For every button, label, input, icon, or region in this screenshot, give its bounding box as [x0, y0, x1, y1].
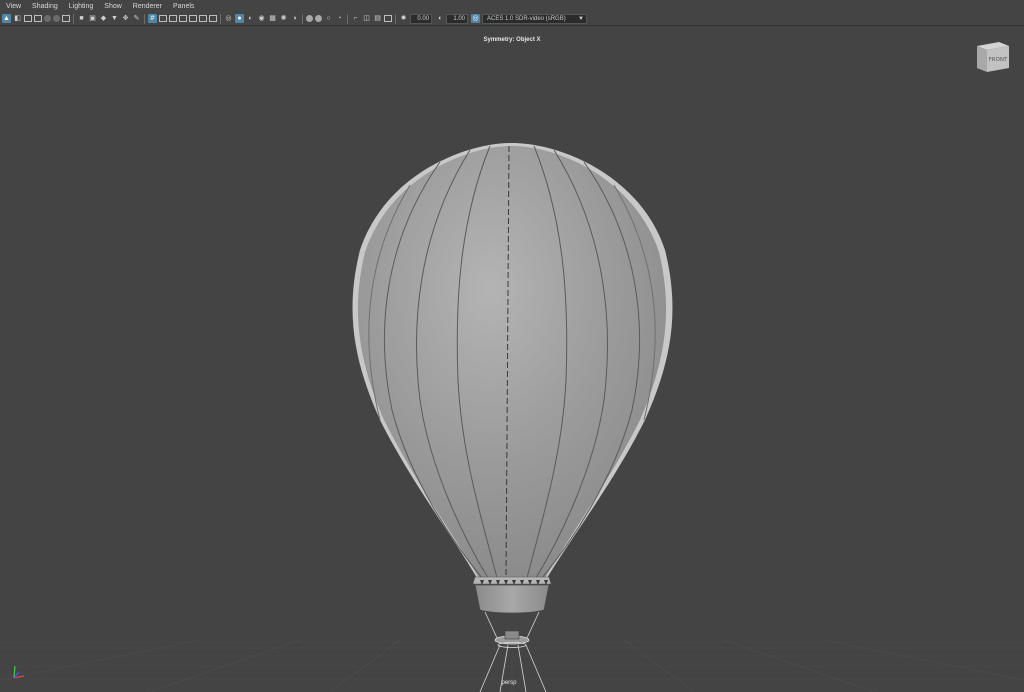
- move-icon[interactable]: ✥: [121, 14, 130, 23]
- lights-icon[interactable]: ✺: [279, 14, 288, 23]
- safe-action-icon[interactable]: [199, 15, 207, 22]
- toolbar-separator: [395, 13, 396, 24]
- toolbar-separator: [347, 13, 348, 24]
- camera-label: persp: [501, 680, 517, 686]
- gamma-icon[interactable]: ◖: [435, 14, 444, 23]
- grid-icon[interactable]: #: [148, 14, 157, 23]
- anti-aliasing-icon[interactable]: ○: [324, 14, 333, 23]
- symmetry-label: Symmetry: Object X: [483, 37, 541, 43]
- two-d-pan-icon[interactable]: [53, 15, 60, 22]
- safe-title-icon[interactable]: [209, 15, 217, 22]
- shadows-icon[interactable]: ◑: [290, 14, 299, 23]
- viewport-scene: [0, 143, 1024, 692]
- menu-show[interactable]: Show: [104, 3, 122, 10]
- film-icon[interactable]: ▣: [88, 14, 97, 23]
- color-space-dropdown[interactable]: ACES 1.0 SDR-video (sRGB) ▼: [482, 13, 587, 24]
- menu-renderer[interactable]: Renderer: [133, 3, 162, 10]
- select-camera-icon[interactable]: ▲: [2, 14, 11, 23]
- image-plane-icon[interactable]: [44, 15, 51, 22]
- backface-culling-icon[interactable]: [384, 15, 392, 22]
- checker-icon[interactable]: ▦: [268, 14, 277, 23]
- toolbar-separator: [73, 13, 74, 24]
- color-space-value: ACES 1.0 SDR-video (sRGB): [487, 15, 566, 22]
- pin-icon[interactable]: ▼: [110, 14, 119, 23]
- smooth-shade-icon[interactable]: ●: [235, 14, 244, 23]
- menu-shading[interactable]: Shading: [32, 3, 58, 10]
- motion-blur-icon[interactable]: [315, 15, 322, 22]
- depth-of-field-icon[interactable]: ◔: [335, 14, 344, 23]
- color-management-icon[interactable]: ◎: [471, 14, 480, 23]
- gamma-field[interactable]: 1.00: [446, 13, 468, 24]
- menu-lighting[interactable]: Lighting: [69, 3, 94, 10]
- balloon-throat: [474, 584, 550, 614]
- camera-icon[interactable]: ■: [77, 14, 86, 23]
- skirt-vents: [480, 580, 548, 585]
- xray-joints-icon[interactable]: ▤: [373, 14, 382, 23]
- camera-attributes-icon[interactable]: [24, 15, 32, 22]
- lock-camera-icon[interactable]: ◧: [13, 14, 22, 23]
- film-gate-icon[interactable]: [159, 15, 167, 22]
- chevron-down-icon: ▼: [578, 15, 584, 22]
- resolution-gate-icon[interactable]: [169, 15, 177, 22]
- bookmark-icon[interactable]: [34, 15, 42, 22]
- exposure-icon[interactable]: ✹: [399, 14, 408, 23]
- toolbar-separator: [144, 13, 145, 24]
- textured-icon[interactable]: ◉: [257, 14, 266, 23]
- gate-mask-icon[interactable]: [179, 15, 187, 22]
- wireframe-icon[interactable]: ◎: [224, 14, 233, 23]
- exposure-field[interactable]: 0.00: [410, 13, 432, 24]
- grease-pencil-icon[interactable]: [62, 15, 70, 22]
- wireframe-on-shaded-icon[interactable]: ◐: [246, 14, 255, 23]
- menu-panels[interactable]: Panels: [173, 3, 194, 10]
- balloon-envelope: [357, 146, 667, 578]
- toolbar-separator: [302, 13, 303, 24]
- viewcube-face-label: FRONT: [989, 57, 1008, 63]
- isolate-icon[interactable]: ⌐: [351, 14, 360, 23]
- shield-icon[interactable]: ◆: [99, 14, 108, 23]
- menu-view[interactable]: View: [6, 3, 21, 10]
- ambient-occlusion-icon[interactable]: [306, 15, 313, 22]
- viewcube[interactable]: FRONT: [973, 40, 1011, 74]
- pencil-icon[interactable]: ✎: [132, 14, 141, 23]
- xray-icon[interactable]: ◫: [362, 14, 371, 23]
- field-chart-icon[interactable]: [189, 15, 197, 22]
- panel-toolbar: ▲ ◧ ■ ▣ ◆ ▼ ✥ ✎ # ◎ ● ◐ ◉ ▦ ✺ ◑ ○ ◔ ⌐ ◫ …: [0, 12, 1024, 26]
- axis-gizmo: [13, 665, 25, 679]
- panel-menubar: View Shading Lighting Show Renderer Pane…: [0, 0, 1024, 12]
- toolbar-separator: [220, 13, 221, 24]
